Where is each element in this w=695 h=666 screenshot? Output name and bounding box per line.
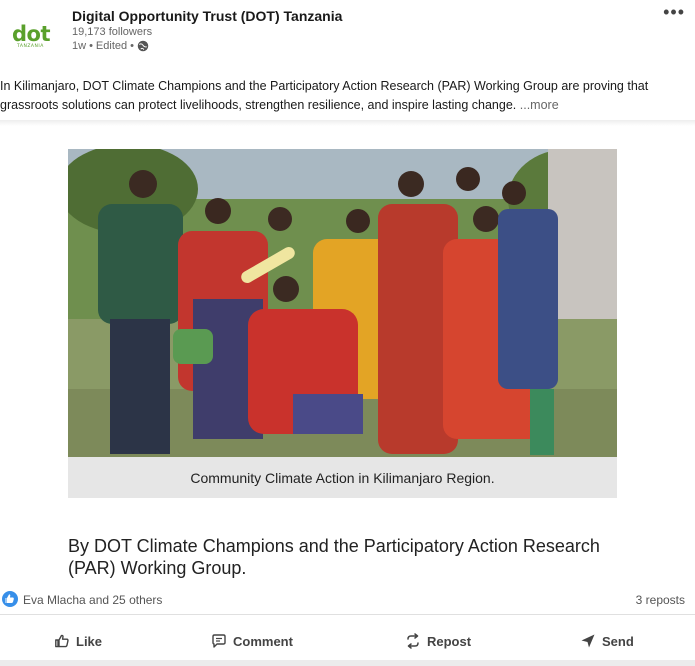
action-divider: [0, 614, 695, 615]
like-icon: [55, 634, 69, 648]
see-more-link[interactable]: ...more: [520, 98, 559, 112]
repost-label: Repost: [427, 633, 472, 649]
comment-label: Comment: [233, 633, 293, 649]
comment-icon: [212, 634, 226, 648]
follower-count: 19,173 followers: [72, 26, 153, 38]
action-bar: Like Comment Repost Send: [0, 626, 695, 656]
image-caption: Community Climate Action in Kilimanjaro …: [68, 457, 617, 498]
author-name[interactable]: Digital Opportunity Trust (DOT) Tanzania: [72, 8, 342, 24]
post-header: dot TANZANIA Digital Opportunity Trust (…: [0, 0, 695, 70]
repost-button[interactable]: Repost: [405, 626, 471, 656]
comment-button[interactable]: Comment: [211, 626, 293, 656]
send-button[interactable]: Send: [580, 626, 634, 656]
like-reaction-icon: [2, 591, 18, 607]
edited-label: Edited: [95, 40, 128, 52]
like-label: Like: [76, 633, 103, 649]
social-counts: Eva Mlacha and 25 others 3 reposts: [0, 590, 695, 612]
company-logo[interactable]: dot TANZANIA: [8, 20, 58, 52]
logo-subtext: TANZANIA: [17, 44, 44, 49]
meta-separator: •: [89, 40, 93, 52]
post-body: In Kilimanjaro, DOT Climate Champions an…: [0, 77, 690, 115]
reactors-link[interactable]: Eva Mlacha and 25 others: [23, 593, 162, 607]
logo-text: dot: [12, 22, 51, 46]
globe-icon: [137, 40, 149, 52]
post-image[interactable]: [68, 149, 617, 457]
reposts-link[interactable]: 3 reposts: [636, 593, 685, 607]
bottom-band: [0, 660, 695, 666]
send-icon: [581, 634, 595, 648]
post-time: 1w: [72, 40, 87, 52]
meta-separator: •: [130, 40, 134, 52]
more-icon[interactable]: •••: [663, 2, 685, 23]
article-title[interactable]: By DOT Climate Champions and the Partici…: [68, 535, 628, 579]
like-button[interactable]: Like: [54, 626, 102, 656]
group-photo: [68, 149, 617, 457]
repost-icon: [407, 633, 419, 649]
content-divider: [0, 120, 695, 126]
post-meta: 1w • Edited •: [72, 40, 149, 52]
send-label: Send: [602, 633, 634, 649]
